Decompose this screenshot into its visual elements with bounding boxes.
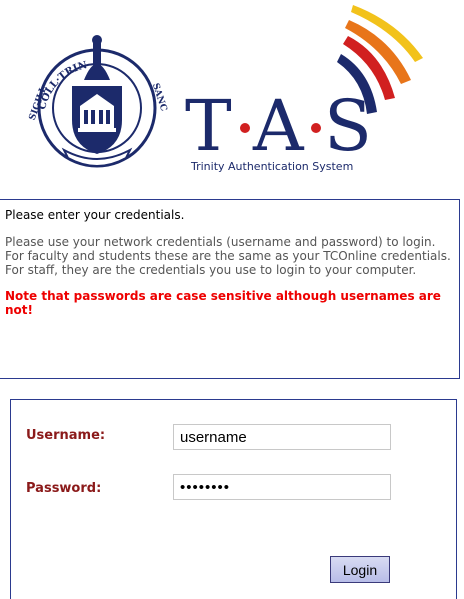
message-panel: Please enter your credentials. Please us… xyxy=(0,199,460,379)
password-input[interactable] xyxy=(173,474,391,500)
username-input[interactable] xyxy=(173,424,391,450)
password-label: Password: xyxy=(26,481,102,496)
username-label: Username: xyxy=(26,428,106,443)
tas-subtitle: Trinity Authentication System xyxy=(191,160,354,173)
credentials-prompt: Please enter your credentials. xyxy=(5,208,185,222)
tas-letter-s: S xyxy=(324,85,372,167)
login-button[interactable]: Login xyxy=(330,556,390,583)
header: COLL·TRIN SIGILL SANC T A S Trinity Auth… xyxy=(0,0,464,185)
login-form: Username: Password: Login xyxy=(10,399,457,599)
tas-letter-t: T xyxy=(185,85,232,167)
case-sensitivity-warning: Note that passwords are case sensitive a… xyxy=(5,289,441,317)
tas-logo: T A S Trinity Authentication System xyxy=(183,0,443,180)
credentials-info: Please use your network credentials (use… xyxy=(5,235,451,277)
tas-letter-a: A xyxy=(252,85,305,167)
tas-dot-1 xyxy=(240,123,250,133)
college-seal-icon: COLL·TRIN SIGILL SANC xyxy=(22,28,172,168)
tas-dot-2 xyxy=(311,123,321,133)
